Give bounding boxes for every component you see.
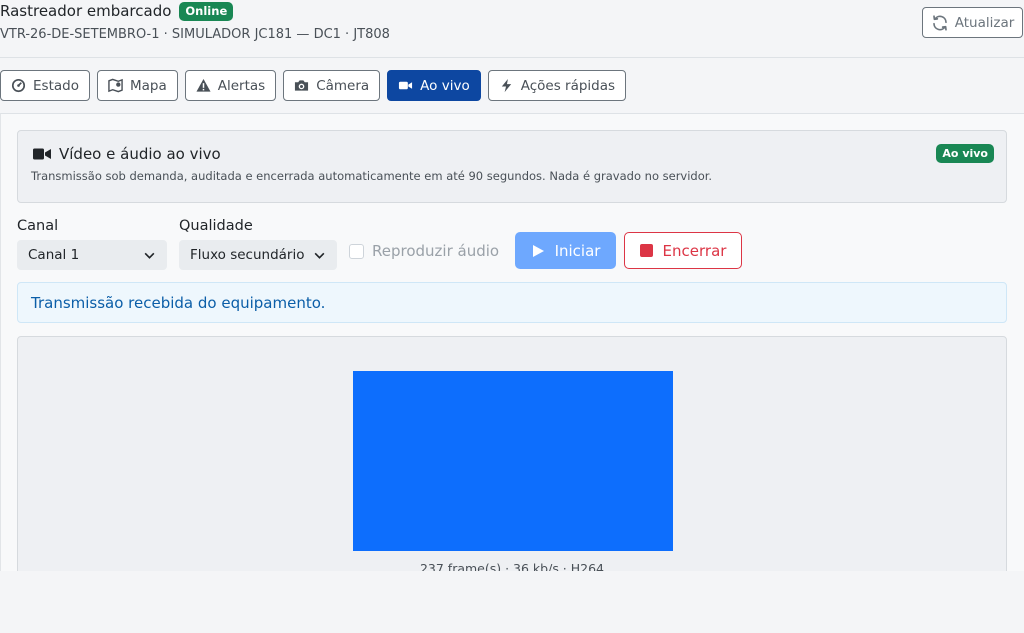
stop-icon <box>639 244 653 257</box>
start-stream-button[interactable]: Iniciar <box>515 232 616 269</box>
tab-estado[interactable]: Estado <box>0 70 90 101</box>
bolt-icon <box>501 78 511 93</box>
video-stats: 237 frame(s) · 36 kb/s · H264 <box>419 561 605 571</box>
live-info-header: Vídeo e áudio ao vivo <box>33 145 221 163</box>
video-player[interactable] <box>353 371 673 551</box>
video-camera-icon <box>33 148 51 160</box>
tab-label: Ações rápidas <box>520 77 616 94</box>
play-icon <box>532 244 544 257</box>
map-icon <box>108 78 123 93</box>
tab-camera[interactable]: Câmera <box>283 70 381 101</box>
page-title: Rastreador embarcado <box>0 2 172 20</box>
tab-label: Câmera <box>316 77 370 94</box>
tab-label: Ao vivo <box>420 77 470 94</box>
app-root: Rastreador embarcado Online VTR-26-DE-SE… <box>0 0 1024 633</box>
warning-icon <box>196 78 211 92</box>
quality-select[interactable]: Fluxo secundário <box>179 240 337 270</box>
tab-acoes-rapidas[interactable]: Ações rápidas <box>487 70 627 101</box>
tab-ao-vivo[interactable]: Ao vivo <box>387 70 481 101</box>
stream-status-alert: Transmissão recebida do equipamento. <box>17 282 1007 323</box>
audio-toggle[interactable]: Reproduzir áudio <box>349 242 499 260</box>
channel-select[interactable]: Canal 1 <box>17 240 167 270</box>
refresh-button[interactable]: Atualizar <box>922 7 1023 38</box>
channel-select-value: Canal 1 <box>28 247 80 263</box>
live-description: Transmissão sob demanda, auditada e ence… <box>31 169 713 183</box>
tab-label: Alertas <box>217 77 266 94</box>
video-icon <box>399 81 413 90</box>
tab-alertas[interactable]: Alertas <box>184 70 277 101</box>
tab-mapa[interactable]: Mapa <box>96 70 178 101</box>
channel-label: Canal <box>17 218 59 234</box>
tab-label: Mapa <box>129 77 167 94</box>
refresh-label: Atualizar <box>954 14 1015 31</box>
audio-checkbox[interactable] <box>349 243 364 259</box>
start-label: Iniciar <box>554 241 601 260</box>
video-area: 237 frame(s) · 36 kb/s · H264 <box>17 336 1007 571</box>
device-subtitle: VTR-26-DE-SETEMBRO-1 · SIMULADOR JC181 —… <box>0 27 390 42</box>
tab-bar: Estado Mapa Alertas Câmera Ao vivo Ações… <box>0 70 627 101</box>
refresh-icon <box>932 14 947 31</box>
live-info-box: Vídeo e áudio ao vivo Transmissão sob de… <box>17 130 1007 203</box>
gauge-icon <box>11 78 26 93</box>
chevron-down-icon <box>314 252 325 259</box>
quality-select-value: Fluxo secundário <box>190 247 305 263</box>
live-badge: Ao vivo <box>936 144 994 163</box>
quality-label: Qualidade <box>179 218 253 234</box>
live-section-title: Vídeo e áudio ao vivo <box>59 145 221 163</box>
chevron-down-icon <box>144 252 155 259</box>
status-badge: Online <box>179 1 234 21</box>
stop-label: Encerrar <box>662 241 727 260</box>
live-panel: Vídeo e áudio ao vivo Transmissão sob de… <box>0 113 1024 571</box>
page-header: Rastreador embarcado Online VTR-26-DE-SE… <box>0 0 1024 58</box>
camera-icon <box>295 80 309 91</box>
stop-stream-button[interactable]: Encerrar <box>624 232 742 269</box>
title-row: Rastreador embarcado Online <box>0 0 234 22</box>
tab-label: Estado <box>33 77 79 94</box>
audio-checkbox-label: Reproduzir áudio <box>372 242 500 260</box>
